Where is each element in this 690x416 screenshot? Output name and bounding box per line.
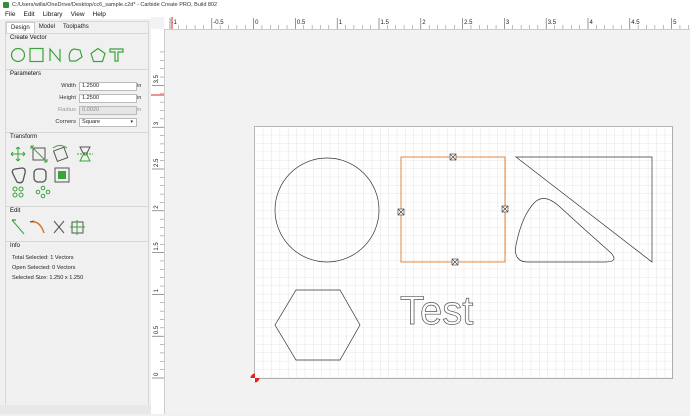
origin-icon[interactable] (250, 373, 260, 383)
text-vector[interactable]: Test (400, 289, 474, 334)
grid (254, 126, 673, 379)
selection-handle-top[interactable] (449, 153, 457, 161)
selection-handle-right[interactable] (501, 205, 509, 213)
selection-handle-left[interactable] (397, 208, 405, 216)
canvas-drawing: Test (250, 126, 673, 383)
selection-handle-bottom[interactable] (451, 258, 459, 266)
panel-scrollbar[interactable] (0, 405, 151, 414)
